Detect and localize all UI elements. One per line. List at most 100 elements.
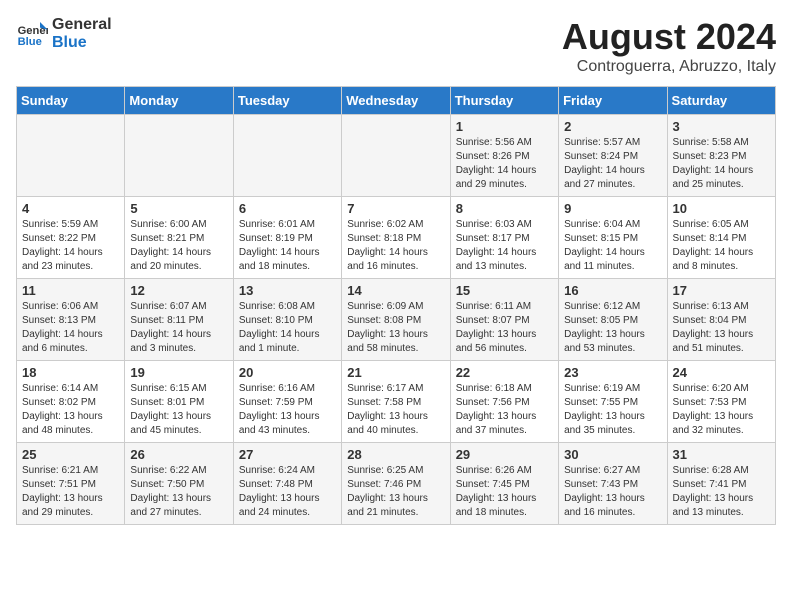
calendar-cell: [125, 115, 233, 197]
day-number: 23: [564, 365, 661, 380]
logo-icon: General Blue: [16, 18, 48, 50]
calendar-cell: 14 Sunrise: 6:09 AMSunset: 8:08 PMDayligh…: [342, 279, 450, 361]
day-number: 4: [22, 201, 119, 216]
calendar-cell: 30 Sunrise: 6:27 AMSunset: 7:43 PMDayligh…: [559, 443, 667, 525]
day-info: Sunrise: 6:03 AMSunset: 8:17 PMDaylight:…: [456, 218, 553, 274]
day-number: 1: [456, 119, 553, 134]
day-number: 21: [347, 365, 444, 380]
day-number: 13: [239, 283, 336, 298]
calendar-cell: [17, 115, 125, 197]
calendar-cell: 16 Sunrise: 6:12 AMSunset: 8:05 PMDayligh…: [559, 279, 667, 361]
calendar-cell: 6Sunrise: 6:01 AMSunset: 8:19 PMDaylight…: [233, 197, 341, 279]
day-info: Sunrise: 6:28 AMSunset: 7:41 PMDaylight:…: [673, 464, 770, 520]
calendar-table: SundayMondayTuesdayWednesdayThursdayFrid…: [16, 86, 776, 525]
day-info: Sunrise: 6:21 AMSunset: 7:51 PMDaylight:…: [22, 464, 119, 520]
day-info: Sunrise: 5:59 AMSunset: 8:22 PMDaylight:…: [22, 218, 119, 274]
calendar-cell: 19Sunrise: 6:15 AMSunset: 8:01 PMDayligh…: [125, 361, 233, 443]
logo: General Blue General Blue: [16, 16, 112, 51]
day-number: 28: [347, 447, 444, 462]
day-info: Sunrise: 6:06 AMSunset: 8:13 PMDaylight:…: [22, 300, 119, 356]
day-info: Sunrise: 6:17 AMSunset: 7:58 PMDaylight:…: [347, 382, 444, 438]
day-info: Sunrise: 6:25 AMSunset: 7:46 PMDaylight:…: [347, 464, 444, 520]
calendar-cell: 20 Sunrise: 6:16 AMSunset: 7:59 PMDayligh…: [233, 361, 341, 443]
day-info: Sunrise: 6:27 AMSunset: 7:43 PMDaylight:…: [564, 464, 661, 520]
day-info: Sunrise: 5:58 AMSunset: 8:23 PMDaylight:…: [673, 136, 770, 192]
calendar-cell: [233, 115, 341, 197]
calendar-cell: 24 Sunrise: 6:20 AMSunset: 7:53 PMDayligh…: [667, 361, 775, 443]
day-info: Sunrise: 6:09 AMSunset: 8:08 PMDaylight:…: [347, 300, 444, 356]
calendar-cell: 18 Sunrise: 6:14 AMSunset: 8:02 PMDayligh…: [17, 361, 125, 443]
calendar-body: 1 Sunrise: 5:56 AMSunset: 8:26 PMDaylight…: [17, 115, 776, 525]
day-number: 19: [130, 365, 227, 380]
day-number: 15: [456, 283, 553, 298]
day-info: Sunrise: 6:05 AMSunset: 8:14 PMDaylight:…: [673, 218, 770, 274]
calendar-cell: 1 Sunrise: 5:56 AMSunset: 8:26 PMDaylight…: [450, 115, 558, 197]
day-info: Sunrise: 6:00 AMSunset: 8:21 PMDaylight:…: [130, 218, 227, 274]
day-info: Sunrise: 6:19 AMSunset: 7:55 PMDaylight:…: [564, 382, 661, 438]
day-info: Sunrise: 6:12 AMSunset: 8:05 PMDaylight:…: [564, 300, 661, 356]
day-number: 3: [673, 119, 770, 134]
logo-line2: Blue: [52, 34, 112, 52]
calendar-cell: 10 Sunrise: 6:05 AMSunset: 8:14 PMDayligh…: [667, 197, 775, 279]
day-info: Sunrise: 5:56 AMSunset: 8:26 PMDaylight:…: [456, 136, 553, 192]
svg-text:Blue: Blue: [18, 36, 42, 48]
calendar-cell: 11Sunrise: 6:06 AMSunset: 8:13 PMDayligh…: [17, 279, 125, 361]
calendar-cell: 15 Sunrise: 6:11 AMSunset: 8:07 PMDayligh…: [450, 279, 558, 361]
day-info: Sunrise: 6:24 AMSunset: 7:48 PMDaylight:…: [239, 464, 336, 520]
day-info: Sunrise: 6:08 AMSunset: 8:10 PMDaylight:…: [239, 300, 336, 356]
calendar-cell: 8 Sunrise: 6:03 AMSunset: 8:17 PMDaylight…: [450, 197, 558, 279]
calendar-cell: 25Sunrise: 6:21 AMSunset: 7:51 PMDayligh…: [17, 443, 125, 525]
day-number: 8: [456, 201, 553, 216]
calendar-cell: 26 Sunrise: 6:22 AMSunset: 7:50 PMDayligh…: [125, 443, 233, 525]
day-info: Sunrise: 6:04 AMSunset: 8:15 PMDaylight:…: [564, 218, 661, 274]
day-info: Sunrise: 6:20 AMSunset: 7:53 PMDaylight:…: [673, 382, 770, 438]
location: Controguerra, Abruzzo, Italy: [562, 58, 776, 76]
calendar-cell: 28 Sunrise: 6:25 AMSunset: 7:46 PMDayligh…: [342, 443, 450, 525]
day-info: Sunrise: 6:01 AMSunset: 8:19 PMDaylight:…: [239, 218, 336, 274]
calendar-week-1: 1 Sunrise: 5:56 AMSunset: 8:26 PMDaylight…: [17, 115, 776, 197]
day-number: 20: [239, 365, 336, 380]
day-info: Sunrise: 6:14 AMSunset: 8:02 PMDaylight:…: [22, 382, 119, 438]
calendar-week-2: 4 Sunrise: 5:59 AMSunset: 8:22 PMDaylight…: [17, 197, 776, 279]
header-row: SundayMondayTuesdayWednesdayThursdayFrid…: [17, 87, 776, 115]
day-number: 24: [673, 365, 770, 380]
calendar-cell: 22 Sunrise: 6:18 AMSunset: 7:56 PMDayligh…: [450, 361, 558, 443]
day-number: 27: [239, 447, 336, 462]
calendar-cell: [342, 115, 450, 197]
calendar-cell: 13 Sunrise: 6:08 AMSunset: 8:10 PMDayligh…: [233, 279, 341, 361]
calendar-cell: 12 Sunrise: 6:07 AMSunset: 8:11 PMDayligh…: [125, 279, 233, 361]
day-info: Sunrise: 6:18 AMSunset: 7:56 PMDaylight:…: [456, 382, 553, 438]
calendar-header: SundayMondayTuesdayWednesdayThursdayFrid…: [17, 87, 776, 115]
day-number: 12: [130, 283, 227, 298]
logo-line1: General: [52, 16, 112, 34]
day-number: 10: [673, 201, 770, 216]
day-info: Sunrise: 6:16 AMSunset: 7:59 PMDaylight:…: [239, 382, 336, 438]
calendar-cell: 29Sunrise: 6:26 AMSunset: 7:45 PMDayligh…: [450, 443, 558, 525]
header: General Blue General Blue August 2024 Co…: [16, 16, 776, 76]
calendar-week-5: 25Sunrise: 6:21 AMSunset: 7:51 PMDayligh…: [17, 443, 776, 525]
day-number: 26: [130, 447, 227, 462]
header-day-friday: Friday: [559, 87, 667, 115]
day-number: 18: [22, 365, 119, 380]
calendar-cell: 4 Sunrise: 5:59 AMSunset: 8:22 PMDaylight…: [17, 197, 125, 279]
day-number: 9: [564, 201, 661, 216]
header-day-sunday: Sunday: [17, 87, 125, 115]
day-number: 2: [564, 119, 661, 134]
day-info: Sunrise: 6:07 AMSunset: 8:11 PMDaylight:…: [130, 300, 227, 356]
header-day-wednesday: Wednesday: [342, 87, 450, 115]
calendar-cell: 2 Sunrise: 5:57 AMSunset: 8:24 PMDaylight…: [559, 115, 667, 197]
calendar-cell: 17Sunrise: 6:13 AMSunset: 8:04 PMDayligh…: [667, 279, 775, 361]
day-info: Sunrise: 6:11 AMSunset: 8:07 PMDaylight:…: [456, 300, 553, 356]
day-number: 22: [456, 365, 553, 380]
header-day-thursday: Thursday: [450, 87, 558, 115]
header-day-saturday: Saturday: [667, 87, 775, 115]
day-number: 30: [564, 447, 661, 462]
day-number: 16: [564, 283, 661, 298]
calendar-week-3: 11Sunrise: 6:06 AMSunset: 8:13 PMDayligh…: [17, 279, 776, 361]
day-info: Sunrise: 5:57 AMSunset: 8:24 PMDaylight:…: [564, 136, 661, 192]
day-number: 17: [673, 283, 770, 298]
day-number: 29: [456, 447, 553, 462]
day-number: 14: [347, 283, 444, 298]
day-info: Sunrise: 6:22 AMSunset: 7:50 PMDaylight:…: [130, 464, 227, 520]
calendar-cell: 9 Sunrise: 6:04 AMSunset: 8:15 PMDaylight…: [559, 197, 667, 279]
